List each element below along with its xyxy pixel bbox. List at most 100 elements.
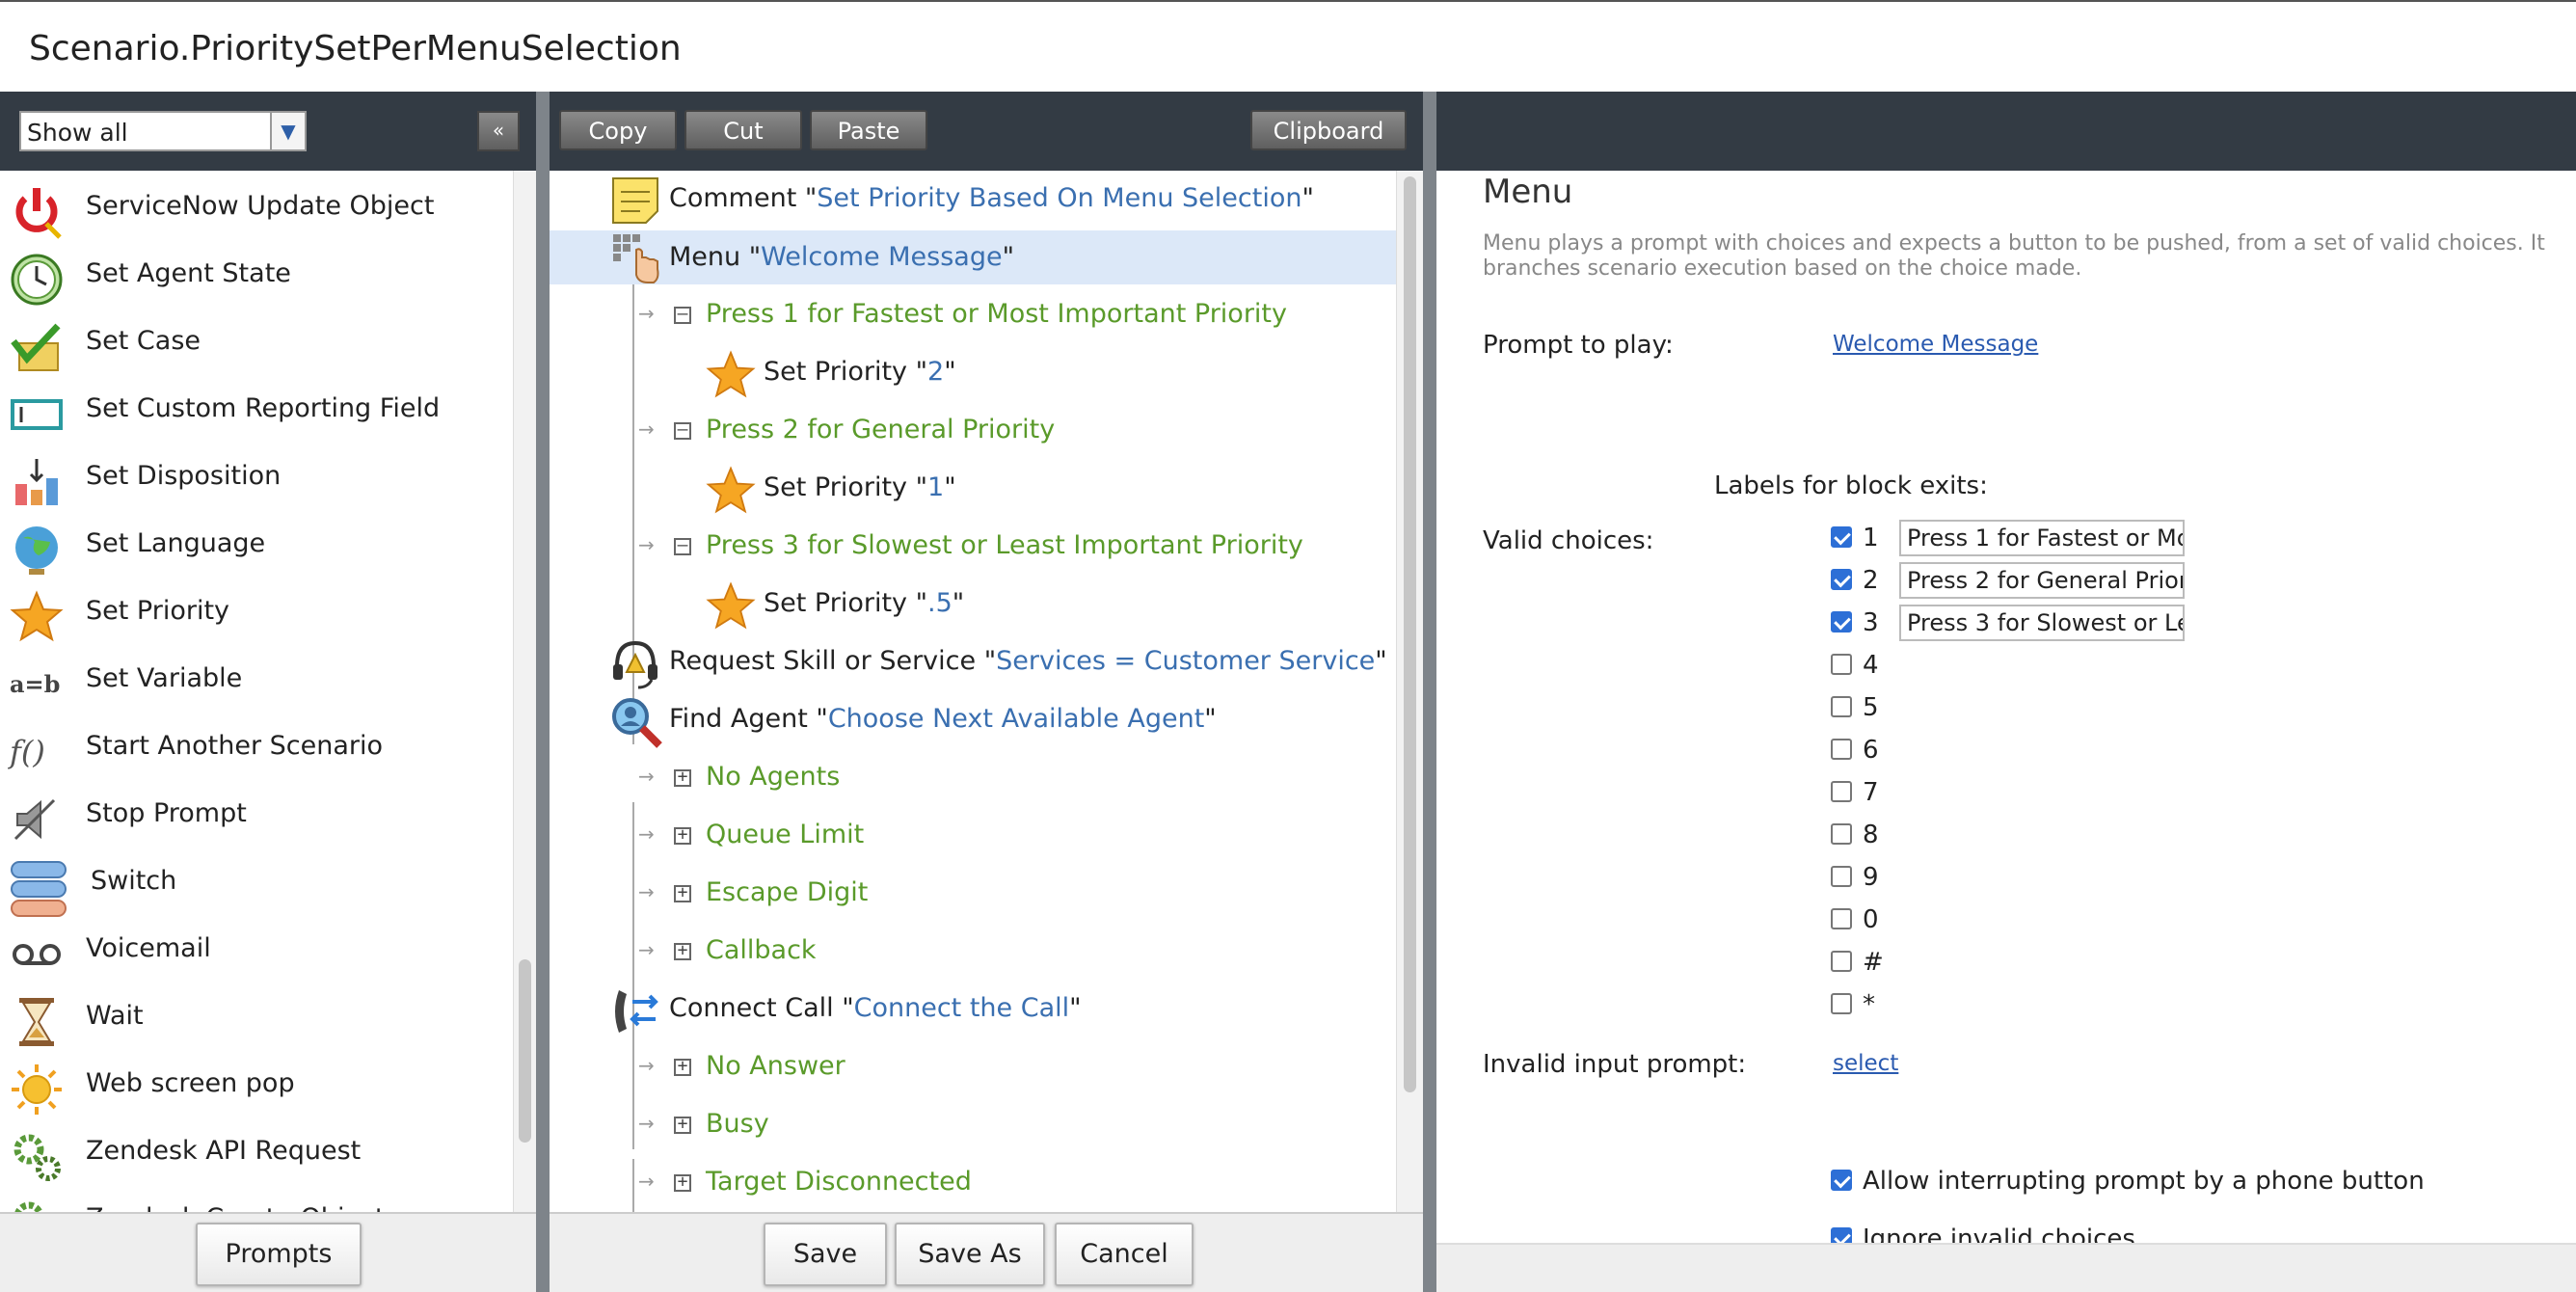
palette-scrollbar-thumb[interactable]	[519, 959, 531, 1143]
choice-checkbox-0[interactable]	[1831, 908, 1852, 929]
keypad-icon	[609, 230, 661, 291]
choice-checkbox-3[interactable]	[1831, 611, 1852, 633]
speaker-mute-icon	[10, 793, 64, 847]
star-icon	[706, 581, 756, 638]
paste-button[interactable]: Paste	[810, 110, 927, 150]
filter-select[interactable]: Show all ▼	[19, 111, 307, 151]
collapse-icon[interactable]: –	[674, 537, 691, 555]
palette-item[interactable]: Set Priority	[0, 579, 511, 646]
clipboard-button[interactable]: Clipboard	[1250, 110, 1407, 150]
palette-item[interactable]: Wait	[0, 983, 511, 1051]
tree-row-exit[interactable]: → + No Answer	[550, 1038, 1396, 1096]
choice-checkbox-2[interactable]	[1831, 569, 1852, 590]
arrow-right-icon: →	[638, 938, 655, 961]
palette-item[interactable]: Set Language	[0, 511, 511, 579]
cut-button[interactable]: Cut	[684, 110, 802, 150]
choice-checkbox-hash[interactable]	[1831, 951, 1852, 972]
save-as-button[interactable]: Save As	[895, 1223, 1045, 1286]
tree-row-connect-call[interactable]: Connect Call "Connect the Call"	[550, 981, 1396, 1038]
expand-icon[interactable]: +	[674, 768, 691, 787]
tree-row-set-priority[interactable]: Set Priority "1"	[550, 460, 1396, 518]
choice-label-input-1[interactable]: Press 1 for Fastest or Mos	[1899, 520, 2185, 556]
expand-icon[interactable]: +	[674, 884, 691, 902]
tree-row-exit[interactable]: → – Press 3 for Slowest or Least Importa…	[550, 518, 1396, 576]
choice-checkbox-7[interactable]	[1831, 781, 1852, 802]
palette-item[interactable]: ServiceNow Update Object	[0, 174, 511, 241]
note-icon	[609, 175, 661, 233]
choice-checkbox-9[interactable]	[1831, 866, 1852, 887]
palette-item[interactable]: Zendesk API Request	[0, 1118, 511, 1186]
invalid-prompt-link[interactable]: select	[1833, 1051, 1898, 1076]
chevron-down-icon[interactable]: ▼	[270, 113, 305, 149]
choice-label-input-3[interactable]: Press 3 for Slowest or Lea	[1899, 605, 2185, 641]
save-button[interactable]: Save	[764, 1223, 887, 1286]
expand-icon[interactable]: +	[674, 1116, 691, 1134]
cancel-button[interactable]: Cancel	[1055, 1223, 1194, 1286]
prompt-link[interactable]: Welcome Message	[1833, 332, 2038, 357]
scenario-tree: Comment "Set Priority Based On Menu Sele…	[550, 171, 1396, 1212]
palette-item[interactable]: Zendesk Create Object	[0, 1186, 511, 1212]
arrow-right-icon: →	[638, 533, 655, 556]
palette-scrollbar[interactable]	[513, 171, 536, 1212]
tree-scrollbar-thumb[interactable]	[1404, 176, 1416, 1092]
palette-item[interactable]: Web screen pop	[0, 1051, 511, 1118]
menu-value: Welcome Message	[761, 242, 1003, 272]
ignore-invalid-checkbox[interactable]	[1831, 1227, 1852, 1243]
palette-item[interactable]: Set Agent State	[0, 241, 511, 309]
tree-scrollbar[interactable]	[1396, 171, 1423, 1212]
arrow-right-icon: →	[638, 1112, 655, 1135]
expand-icon[interactable]: +	[674, 1058, 691, 1076]
tree-row-exit[interactable]: → + No Agents	[550, 749, 1396, 807]
choice-checkbox-1[interactable]	[1831, 526, 1852, 548]
tree-row-exit[interactable]: → – Press 1 for Fastest or Most Importan…	[550, 286, 1396, 344]
tree-row-exit[interactable]: → + Queue Limit	[550, 807, 1396, 865]
switch-icon	[10, 860, 67, 917]
choice-checkbox-4[interactable]	[1831, 654, 1852, 675]
palette-item[interactable]: Switch	[0, 848, 511, 917]
left-splitter[interactable]	[536, 92, 550, 1292]
tree-row-exit[interactable]: → + Busy	[550, 1096, 1396, 1154]
collapse-icon[interactable]: –	[674, 421, 691, 440]
expand-icon[interactable]: +	[674, 826, 691, 845]
tree-row-comment[interactable]: Comment "Set Priority Based On Menu Sele…	[550, 171, 1396, 229]
right-splitter[interactable]	[1423, 92, 1436, 1292]
palette-item[interactable]: Set Case	[0, 309, 511, 376]
palette-item[interactable]: Voicemail	[0, 916, 511, 983]
choice-label-input-2[interactable]: Press 2 for General Priorit	[1899, 562, 2185, 599]
properties-description: Menu plays a prompt with choices and exp…	[1483, 231, 2545, 281]
arrow-right-icon: →	[638, 302, 655, 325]
tree-row-exit[interactable]: → + Target Disconnected	[550, 1154, 1396, 1212]
allow-interrupt-checkbox[interactable]	[1831, 1170, 1852, 1191]
copy-button[interactable]: Copy	[559, 110, 677, 150]
expand-icon[interactable]: +	[674, 1173, 691, 1192]
left-toolbar: Show all ▼ «	[0, 92, 542, 171]
prompts-button[interactable]: Prompts	[196, 1223, 362, 1286]
properties-title: Menu	[1483, 173, 1573, 211]
palette-item[interactable]: a=b Set Variable	[0, 646, 511, 713]
title-bar: Scenario.PrioritySetPerMenuSelection	[0, 0, 2576, 92]
palette-item[interactable]: Set Custom Reporting Field	[0, 376, 511, 444]
headset-icon	[609, 637, 661, 696]
collapse-icon[interactable]: –	[674, 306, 691, 324]
choice-checkbox-6[interactable]	[1831, 739, 1852, 760]
tree-row-menu[interactable]: Menu "Welcome Message"	[550, 230, 1396, 284]
choice-checkbox-5[interactable]	[1831, 696, 1852, 717]
palette-item[interactable]: f() Start Another Scenario	[0, 713, 511, 781]
palette-item[interactable]: Set Disposition	[0, 444, 511, 511]
choice-checkbox-8[interactable]	[1831, 823, 1852, 845]
star-icon	[706, 350, 756, 407]
choice-checkbox-star[interactable]	[1831, 993, 1852, 1014]
tree-row-set-priority[interactable]: Set Priority ".5"	[550, 576, 1396, 633]
properties-panel: Menu Menu plays a prompt with choices an…	[1436, 171, 2576, 1292]
tree-row-request-skill[interactable]: Request Skill or Service "Services = Cus…	[550, 633, 1396, 691]
expand-icon[interactable]: +	[674, 942, 691, 960]
palette-item[interactable]: Stop Prompt	[0, 781, 511, 848]
tree-row-exit[interactable]: → – Press 2 for General Priority	[550, 402, 1396, 460]
tree-row-set-priority[interactable]: Set Priority "2"	[550, 344, 1396, 402]
collapse-panel-button[interactable]: «	[477, 111, 520, 151]
tree-row-exit[interactable]: → + Callback	[550, 923, 1396, 981]
tree-row-find-agent[interactable]: Find Agent "Choose Next Available Agent"	[550, 691, 1396, 749]
clock-icon	[10, 253, 64, 307]
arrow-right-icon: →	[638, 417, 655, 441]
tree-row-exit[interactable]: → + Escape Digit	[550, 865, 1396, 923]
